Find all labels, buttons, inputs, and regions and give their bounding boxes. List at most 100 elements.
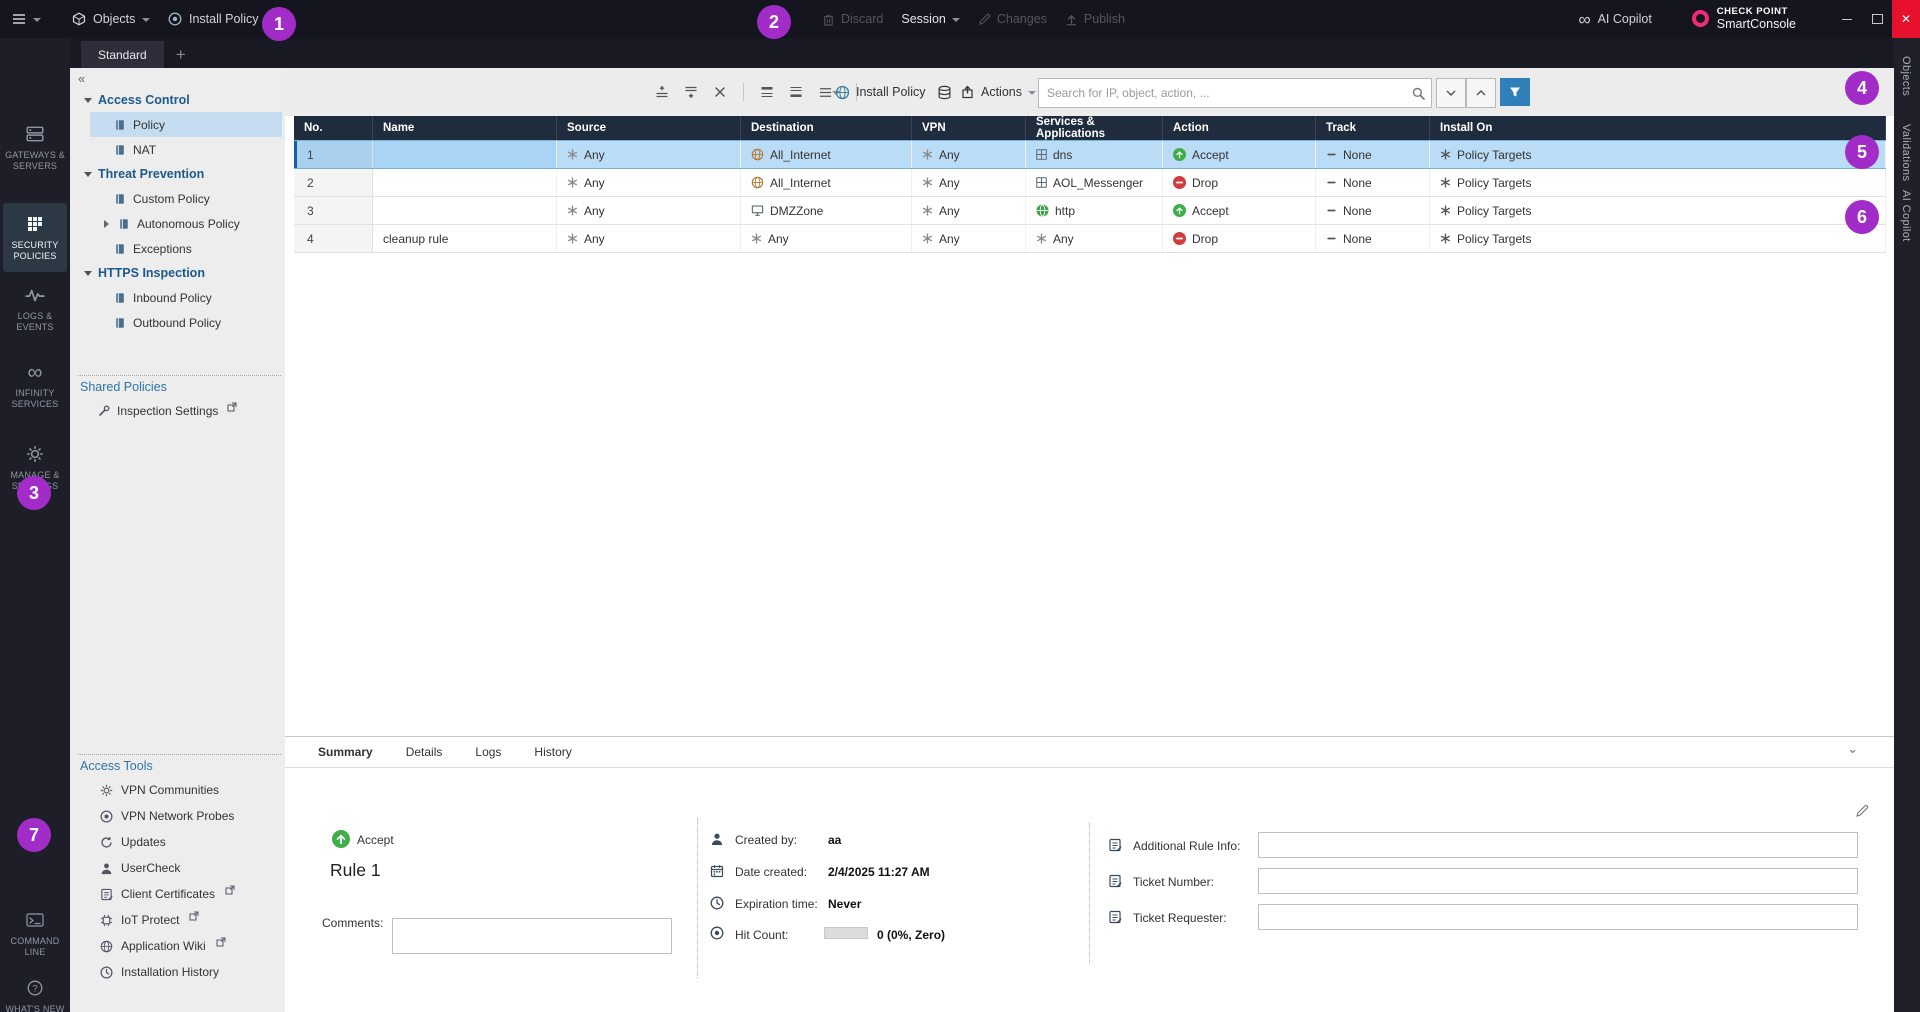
table-row[interactable]: 4 cleanup rule Any Any Any Any Drop None… [294, 225, 1886, 253]
ticket-number-input[interactable] [1258, 868, 1858, 894]
service-icon [1036, 177, 1047, 188]
infinity-icon: ∞ [3, 360, 67, 384]
col-destination[interactable]: Destination [741, 116, 912, 140]
sidebar-item-logs-events[interactable]: LOGS & EVENTS [3, 283, 67, 334]
nav-item-outbound-policy[interactable]: Outbound Policy [90, 310, 282, 335]
install-policy-topbar-button[interactable]: Install Policy [168, 0, 258, 38]
nav-item-label: Client Certificates [121, 887, 215, 901]
table-row[interactable]: 1 Any All_Internet Any dns Accept None P… [294, 140, 1886, 169]
col-vpn[interactable]: VPN [912, 116, 1026, 140]
publish-button[interactable]: Publish [1065, 12, 1125, 26]
nav-item-updates[interactable]: Updates [70, 829, 285, 855]
nav-section-shared-policies[interactable]: Shared Policies [70, 376, 285, 398]
session-menu-button[interactable]: Session [901, 12, 959, 26]
accept-icon [1173, 148, 1186, 161]
add-rule-below-button[interactable] [680, 81, 702, 103]
nav-item-custom-policy[interactable]: Custom Policy [90, 186, 282, 211]
sidebar-item-gateways-servers[interactable]: GATEWAYS & SERVERS [3, 122, 67, 173]
maximize-button[interactable] [1862, 0, 1892, 38]
col-name[interactable]: Name [373, 116, 557, 140]
source-value: Any [584, 176, 605, 190]
service-value: dns [1053, 148, 1072, 162]
ai-copilot-button[interactable]: ∞ AI Copilot [1578, 11, 1651, 28]
nav-item-inspection-settings[interactable]: Inspection Settings [70, 398, 282, 423]
nav-section-access-tools[interactable]: Access Tools [70, 755, 285, 777]
actions-share-icon [961, 85, 975, 99]
accept-icon [1173, 204, 1186, 217]
ticket-requester-input[interactable] [1258, 904, 1858, 930]
previous-match-button[interactable] [1466, 78, 1496, 108]
new-tab-button[interactable]: + [176, 41, 186, 68]
col-source[interactable]: Source [557, 116, 741, 140]
close-icon: ✕ [1901, 12, 1911, 26]
sidebar-item-infinity-services[interactable]: ∞ INFINITY SERVICES [3, 360, 67, 411]
nav-item-label: UserCheck [121, 861, 180, 875]
nav-item-application-wiki[interactable]: Application Wiki [70, 933, 285, 959]
app-menu-button[interactable] [12, 0, 41, 38]
tab-history[interactable]: History [534, 745, 571, 759]
close-button[interactable]: ✕ [1892, 0, 1920, 38]
discard-button[interactable]: Discard [822, 12, 883, 26]
sidebar-item-command-line[interactable]: COMMAND LINE [3, 908, 67, 959]
install-policy-globe-icon [835, 85, 850, 100]
delete-rule-button[interactable] [709, 81, 731, 103]
nav-section-threat-prevention[interactable]: Threat Prevention [70, 162, 285, 186]
additional-info-label: Additional Rule Info: [1133, 839, 1240, 853]
col-action[interactable]: Action [1163, 116, 1316, 140]
next-match-button[interactable] [1436, 78, 1466, 108]
col-services[interactable]: Services & Applications [1026, 116, 1163, 140]
objects-cube-icon [72, 12, 86, 26]
triangle-down-icon [84, 271, 92, 276]
track-value: None [1343, 204, 1372, 218]
nav-item-exceptions[interactable]: Exceptions [90, 236, 282, 261]
collapse-panel-button[interactable]: « [78, 71, 85, 86]
nav-item-vpn-network-probes[interactable]: VPN Network Probes [70, 803, 285, 829]
dock-tab-validations[interactable]: Validations [1900, 124, 1912, 181]
tab-details[interactable]: Details [406, 745, 443, 759]
nav-item-usercheck[interactable]: UserCheck [70, 855, 285, 881]
search-input[interactable] [1039, 86, 1405, 100]
dock-tab-objects[interactable]: Objects [1900, 56, 1912, 96]
add-section-above-button[interactable] [756, 81, 778, 103]
col-track[interactable]: Track [1316, 116, 1430, 140]
collapse-panel-icon[interactable]: ⌄ [1847, 741, 1858, 757]
nav-section-access-control[interactable]: Access Control [70, 88, 285, 112]
nav-item-nat[interactable]: NAT [90, 137, 282, 162]
nav-item-policy[interactable]: Policy [90, 112, 282, 137]
additional-info-input[interactable] [1258, 832, 1858, 858]
comments-input[interactable] [392, 918, 672, 954]
add-section-below-button[interactable] [785, 81, 807, 103]
dock-tab-ai-copilot[interactable]: AI Copilot [1900, 190, 1912, 242]
install-policy-toolbar-button[interactable]: Install Policy [835, 81, 925, 103]
nav-item-autonomous-policy[interactable]: Autonomous Policy [90, 211, 282, 236]
sidebar-item-whats-new[interactable]: WHAT'S NEW [3, 976, 67, 1012]
objects-menu-button[interactable]: Objects [72, 0, 150, 38]
col-install-on[interactable]: Install On [1430, 116, 1886, 140]
date-created-value: 2/4/2025 11:27 AM [828, 865, 930, 879]
table-row[interactable]: 2 Any All_Internet Any AOL_Messenger Dro… [294, 169, 1886, 197]
nav-item-client-certificates[interactable]: Client Certificates [70, 881, 285, 907]
sidebar-item-security-policies[interactable]: SECURITY POLICIES [3, 203, 67, 272]
service-value: http [1055, 204, 1075, 218]
tab-standard[interactable]: Standard [81, 41, 164, 68]
tab-logs[interactable]: Logs [475, 745, 501, 759]
tab-summary[interactable]: Summary [318, 745, 373, 759]
search-icon[interactable] [1412, 87, 1425, 100]
source-value: Any [584, 204, 605, 218]
install-database-button[interactable] [937, 81, 952, 103]
add-rule-above-button[interactable] [651, 81, 673, 103]
edit-pencil-icon[interactable] [1855, 804, 1869, 818]
nav-item-iot-protect[interactable]: IoT Protect [70, 907, 285, 933]
filter-button[interactable] [1500, 78, 1530, 106]
nav-item-label: IoT Protect [121, 913, 179, 927]
col-no[interactable]: No. [294, 116, 373, 140]
nav-section-https-inspection[interactable]: HTTPS Inspection [70, 261, 285, 285]
nav-item-installation-history[interactable]: Installation History [70, 959, 285, 985]
minimize-button[interactable] [1832, 0, 1862, 38]
nav-item-inbound-policy[interactable]: Inbound Policy [90, 285, 282, 310]
nav-item-vpn-communities[interactable]: VPN Communities [70, 777, 285, 803]
actions-menu-button[interactable]: Actions [961, 81, 1036, 103]
section-label: Access Control [98, 93, 190, 107]
table-row[interactable]: 3 Any DMZZone Any http Accept None Polic… [294, 197, 1886, 225]
changes-button[interactable]: Changes [978, 12, 1047, 26]
